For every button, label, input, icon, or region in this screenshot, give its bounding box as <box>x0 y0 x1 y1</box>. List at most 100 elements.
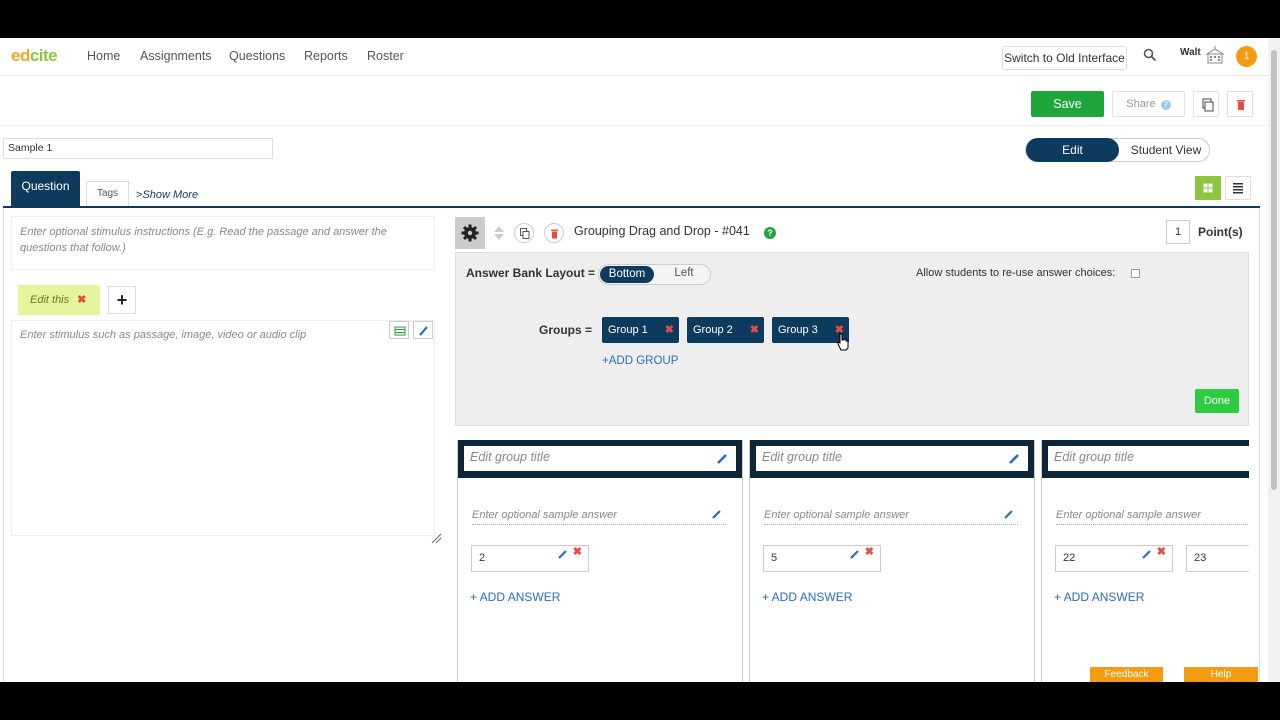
show-more-label: Show More <box>142 189 199 201</box>
view-toggle[interactable]: Edit Student View <box>1025 138 1210 162</box>
settings-panel: Answer Bank Layout = Bottom Left Allow s… <box>455 252 1249 426</box>
group-chip[interactable]: Group 2 ✖ <box>687 317 764 343</box>
share-help-icon: ? <box>1160 100 1171 110</box>
pencil-icon[interactable] <box>711 509 722 520</box>
edit-view-option[interactable]: Edit <box>1026 138 1119 162</box>
stimulus-tab-edit-this[interactable]: Edit this ✖ <box>18 285 100 315</box>
student-view-option[interactable]: Student View <box>1121 139 1211 161</box>
delete-question-button[interactable] <box>1227 91 1253 117</box>
settings-button[interactable] <box>455 217 485 249</box>
close-icon[interactable]: ✖ <box>665 317 674 343</box>
list-icon <box>1233 183 1243 194</box>
layout-left-option[interactable]: Left <box>657 267 711 279</box>
points-input[interactable]: 1 <box>1166 220 1190 244</box>
page-scrollbar[interactable] <box>1268 38 1280 682</box>
reuse-answers-label: Allow students to re-use answer choices: <box>916 267 1116 279</box>
pencil-icon[interactable] <box>1008 453 1020 465</box>
layout-bottom-option[interactable]: Bottom <box>600 266 654 283</box>
notification-badge[interactable]: 1 <box>1236 46 1257 67</box>
group-title-input[interactable]: Edit group title <box>464 446 736 471</box>
add-stimulus-tab-button[interactable]: + <box>108 286 136 314</box>
top-nav: edcite Home Assignments Questions Report… <box>0 38 1268 76</box>
edcite-logo[interactable]: edcite <box>11 46 58 66</box>
show-more-link[interactable]: >Show More <box>136 189 198 201</box>
answer-chip[interactable]: 5 ✖ <box>763 545 881 572</box>
grid-layout-button[interactable] <box>1195 176 1221 200</box>
close-icon[interactable]: ✖ <box>865 540 874 565</box>
tab-tags[interactable]: Tags <box>86 181 129 206</box>
help-icon[interactable]: ? <box>764 227 776 239</box>
answer-bank-layout-toggle[interactable]: Bottom Left <box>598 264 711 285</box>
add-group-link[interactable]: +ADD GROUP <box>602 355 678 367</box>
sample-answer-input[interactable]: Enter optional sample answer <box>472 509 726 525</box>
sample-answer-placeholder: Enter optional sample answer <box>764 509 909 521</box>
help-button[interactable]: Help <box>1184 667 1258 682</box>
close-icon[interactable]: ✖ <box>573 540 582 565</box>
nav-reports-link[interactable]: Reports <box>304 49 348 63</box>
copy-icon <box>520 228 530 239</box>
group-header: Edit group title <box>1042 440 1249 478</box>
user-name[interactable]: Walt <box>1180 47 1201 58</box>
done-button[interactable]: Done <box>1195 389 1239 413</box>
trash-icon <box>551 229 558 239</box>
save-button[interactable]: Save <box>1031 91 1104 117</box>
group-chip[interactable]: Group 1 ✖ <box>602 317 679 343</box>
list-layout-button[interactable] <box>1225 176 1251 200</box>
stimulus-tab-label: Edit this <box>30 294 70 306</box>
switch-old-interface-button[interactable]: Switch to Old Interface <box>1002 46 1127 70</box>
points-label: Point(s) <box>1198 225 1243 239</box>
answer-chip[interactable]: 23 <box>1186 545 1249 572</box>
delete-part-button[interactable] <box>544 223 564 243</box>
copy-icon <box>1202 98 1214 112</box>
share-button[interactable]: Share ? <box>1112 91 1185 117</box>
close-icon[interactable]: ✖ <box>1157 540 1166 565</box>
groups-label: Groups = <box>539 323 593 337</box>
search-icon[interactable] <box>1143 48 1157 62</box>
copy-question-button[interactable] <box>1193 91 1219 117</box>
pencil-icon[interactable] <box>849 549 860 560</box>
close-icon[interactable]: ✖ <box>77 294 86 306</box>
pencil-icon[interactable] <box>557 549 568 560</box>
question-type-title: Grouping Drag and Drop - #041 <box>574 224 750 238</box>
school-icon[interactable] <box>1206 46 1224 64</box>
group-title-input[interactable]: Edit group title <box>1048 446 1249 471</box>
answer-chip[interactable]: 22 ✖ <box>1055 545 1173 572</box>
add-answer-link[interactable]: + ADD ANSWER <box>762 590 852 604</box>
grid-icon <box>1203 183 1213 193</box>
gear-icon <box>461 224 479 242</box>
nav-home-link[interactable]: Home <box>87 49 120 63</box>
stimulus-list-button[interactable] <box>389 321 409 339</box>
group-column: Edit group title Enter optional sample a… <box>457 440 743 682</box>
resize-handle-icon[interactable] <box>430 532 442 544</box>
nav-roster-link[interactable]: Roster <box>367 49 404 63</box>
group-column: Edit group title Enter optional sample a… <box>749 440 1035 682</box>
pencil-icon[interactable] <box>716 453 728 465</box>
pencil-icon <box>419 326 428 336</box>
scrollbar-thumb[interactable] <box>1271 50 1277 490</box>
close-icon[interactable]: ✖ <box>750 317 759 343</box>
answer-value: 5 <box>771 552 778 564</box>
answer-value: 2 <box>479 552 486 564</box>
group-title-input[interactable]: Edit group title <box>756 446 1028 471</box>
reorder-arrows-icon[interactable] <box>493 225 505 241</box>
nav-questions-link[interactable]: Questions <box>229 49 285 63</box>
feedback-button[interactable]: Feedback <box>1090 667 1163 682</box>
group-chip-label: Group 1 <box>608 324 648 336</box>
sample-answer-input[interactable]: Enter optional sample answer <box>1056 509 1249 525</box>
pencil-icon[interactable] <box>1003 509 1014 520</box>
reuse-answers-checkbox[interactable] <box>1131 269 1140 278</box>
sample-answer-input[interactable]: Enter optional sample answer <box>764 509 1018 525</box>
stimulus-input[interactable]: Enter stimulus such as passage, image, v… <box>11 320 435 536</box>
nav-assignments-link[interactable]: Assignments <box>140 49 212 63</box>
mouse-cursor-icon <box>837 333 849 351</box>
question-title-input[interactable]: Sample 1 <box>3 138 273 159</box>
add-answer-link[interactable]: + ADD ANSWER <box>1054 590 1144 604</box>
stimulus-instructions-input[interactable]: Enter optional stimulus instructions (E.… <box>11 216 435 270</box>
answer-chip[interactable]: 2 ✖ <box>471 545 589 572</box>
duplicate-question-button[interactable] <box>514 223 534 243</box>
add-answer-link[interactable]: + ADD ANSWER <box>470 590 560 604</box>
pencil-icon[interactable] <box>1141 549 1152 560</box>
tab-question[interactable]: Question <box>11 171 80 207</box>
stimulus-edit-button[interactable] <box>413 321 433 339</box>
group-chip-label: Group 2 <box>693 324 733 336</box>
